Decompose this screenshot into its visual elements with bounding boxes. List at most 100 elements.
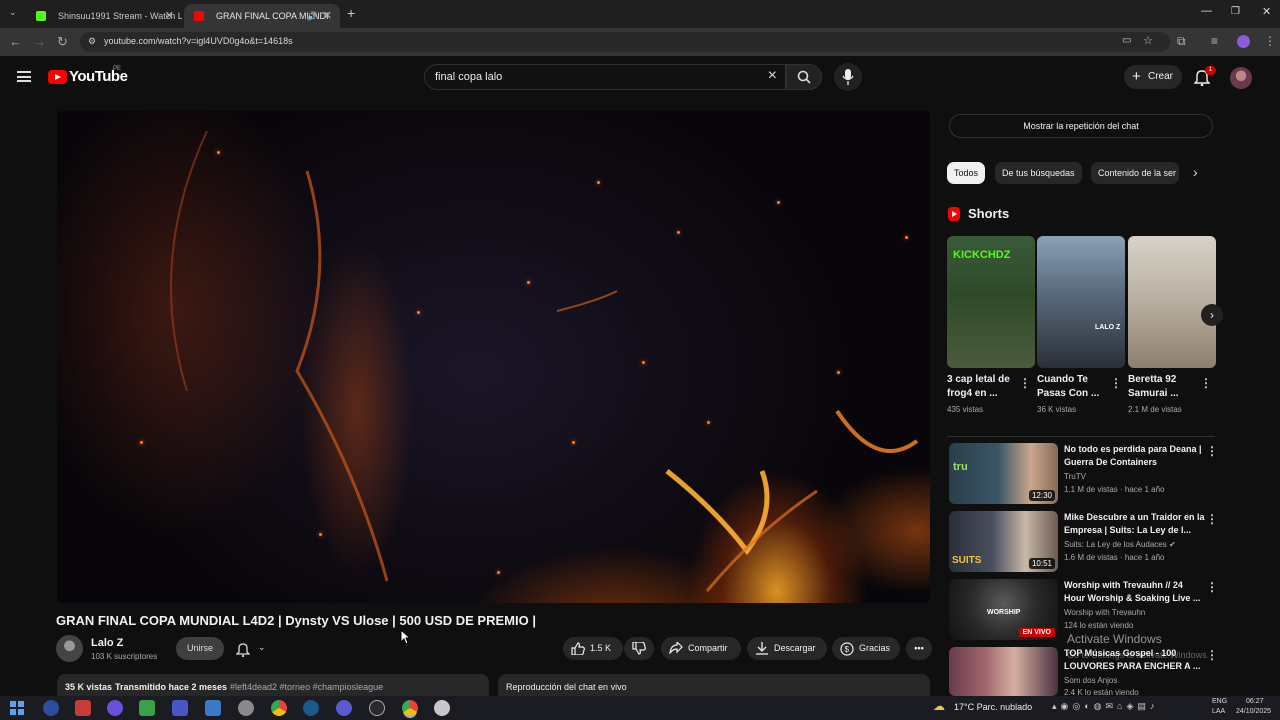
language-indicator[interactable]: ENG (1212, 698, 1227, 705)
chevron-down-icon[interactable]: ⌄ (258, 642, 266, 653)
taskbar-app-icon[interactable] (107, 700, 123, 716)
share-button[interactable]: Compartir (661, 637, 741, 660)
short-views: 435 vistas (947, 405, 984, 414)
clock-time[interactable]: 06:27 (1246, 698, 1264, 705)
short-thumbnail[interactable]: LALO Z (1037, 236, 1125, 368)
hamburger-menu-icon[interactable] (17, 71, 31, 82)
taskbar-app-icon[interactable] (139, 700, 155, 716)
join-button[interactable]: Unirse (176, 637, 224, 660)
chip-from-searches[interactable]: De tus búsquedas (995, 162, 1082, 184)
mouse-cursor-icon (400, 629, 410, 645)
chip-all[interactable]: Todos (947, 162, 986, 184)
recommendation-title[interactable]: Mike Descubre a un Traidor en la Empresa… (1064, 511, 1206, 537)
thanks-button[interactable]: $ Gracias (832, 637, 900, 660)
url-field[interactable]: ⚙ youtube.com/watch?v=igl4UVD0g4o&t=1461… (80, 32, 1170, 52)
recommendation-channel[interactable]: Som dos Anjos (1064, 676, 1117, 685)
download-button[interactable]: Descargar (747, 637, 827, 660)
tab-search-icon[interactable]: ⌄ (9, 7, 17, 18)
back-icon[interactable]: ← (9, 34, 22, 49)
browser-tab-youtube[interactable]: GRAN FINAL COPA MUNDI 🔊 ✕ (184, 4, 340, 28)
taskbar-app-icon[interactable] (434, 700, 450, 716)
recommendation-thumbnail[interactable]: tru 12:30 (949, 443, 1058, 504)
tab-close-icon[interactable]: ✕ (165, 4, 174, 28)
more-vertical-icon[interactable]: ⋮ (1206, 580, 1218, 594)
more-vertical-icon[interactable]: ⋮ (1206, 512, 1218, 526)
bookmark-star-icon[interactable]: ☆ (1143, 34, 1153, 47)
more-vertical-icon[interactable]: ⋮ (1200, 376, 1212, 390)
chrome-icon[interactable] (271, 700, 287, 716)
more-actions-button[interactable]: ••• (906, 637, 932, 660)
recommendation-thumbnail[interactable] (949, 647, 1058, 696)
worship-text: WORSHIP (987, 609, 1021, 616)
more-vertical-icon[interactable]: ⋮ (1206, 444, 1218, 458)
keyboard-layout[interactable]: LAA (1212, 708, 1225, 715)
search-button[interactable] (786, 64, 822, 90)
taskbar-app-icon[interactable] (205, 700, 221, 716)
voice-search-button[interactable] (834, 63, 862, 91)
browser-menu-icon[interactable]: ⋮ (1264, 34, 1276, 48)
profile-icon[interactable] (1237, 35, 1250, 48)
extensions-icon[interactable]: ⧉ (1177, 34, 1186, 49)
search-input[interactable]: final copa lalo × (424, 64, 786, 90)
cast-icon[interactable]: ▭ (1122, 35, 1131, 46)
reading-list-icon[interactable]: ≡ (1211, 34, 1218, 48)
chevron-right-icon[interactable]: › (1193, 164, 1198, 180)
recommendation-channel[interactable]: Suits: La Ley de los Audaces ✔ (1064, 540, 1176, 549)
system-tray-icons[interactable]: ▴◉◎◐◍✉⌂◈▤♪ (1052, 701, 1158, 712)
recommendation-channel[interactable]: TruTV (1064, 472, 1086, 481)
more-vertical-icon[interactable]: ⋮ (1019, 376, 1031, 390)
short-title[interactable]: Beretta 92 Samurai ... (1128, 373, 1202, 401)
shorts-logo-icon (948, 207, 960, 221)
windows-start-icon[interactable] (9, 700, 25, 716)
short-thumbnail[interactable] (1128, 236, 1216, 368)
subscription-bell-icon[interactable] (236, 641, 250, 657)
taskbar-app-icon[interactable] (172, 700, 188, 716)
share-label: Compartir (688, 643, 728, 653)
recommendation-thumbnail[interactable]: SUITS 10:51 (949, 511, 1058, 572)
shorts-next-button[interactable]: › (1201, 304, 1223, 326)
video-player[interactable] (57, 111, 930, 603)
url-text: youtube.com/watch?v=igl4UVD0g4o&t=14618s (104, 36, 293, 46)
search-clear-icon[interactable]: × (768, 67, 777, 85)
chip-series-content[interactable]: Contenido de la ser (1091, 162, 1179, 184)
browser-tab-kick[interactable]: Shinsuu1991 Stream - Watch Li ✕ (26, 4, 182, 28)
taskbar-app-icon[interactable] (43, 700, 59, 716)
channel-name-text: Suits: La Ley de los Audaces (1064, 540, 1167, 549)
show-chat-replay-button[interactable]: Mostrar la repetición del chat (949, 114, 1213, 138)
recommendation-channel[interactable]: Worship with Trevauhn (1064, 608, 1145, 617)
dislike-button[interactable] (624, 637, 654, 660)
recommendation-thumbnail[interactable]: WORSHIP EN VIVO (949, 579, 1058, 640)
short-title[interactable]: 3 cap letal de frog4 en ... (947, 373, 1021, 401)
obs-icon[interactable] (369, 700, 385, 716)
steam-icon[interactable] (303, 700, 319, 716)
taskbar-app-icon[interactable] (75, 700, 91, 716)
create-button[interactable]: + Crear (1124, 65, 1182, 89)
site-info-icon[interactable]: ⚙ (88, 36, 96, 47)
hashtags[interactable]: #left4dead2 #torneo #champiosleague (230, 682, 383, 692)
weather-text[interactable]: 17°C Parc. nublado (954, 702, 1032, 712)
recommendation-title[interactable]: No todo es perdida para Deana | Guerra D… (1064, 443, 1206, 469)
like-button[interactable]: 1.5 K (563, 637, 623, 660)
tab-audio-icon[interactable]: 🔊 (307, 4, 318, 28)
forward-icon[interactable]: → (33, 34, 46, 49)
channel-name[interactable]: Lalo Z (91, 637, 123, 649)
maximize-icon[interactable]: ❐ (1231, 6, 1240, 17)
new-tab-icon[interactable]: + (347, 5, 355, 21)
channel-avatar[interactable] (56, 635, 83, 662)
tab-close-icon[interactable]: ✕ (323, 4, 332, 28)
address-bar-row: ← → ↻ ⚙ youtube.com/watch?v=igl4UVD0g4o&… (0, 28, 1280, 56)
short-title[interactable]: Cuando Te Pasas Con ... (1037, 373, 1111, 401)
taskbar-app-icon[interactable] (238, 700, 254, 716)
clock-date[interactable]: 24/10/2025 (1236, 708, 1271, 715)
chat-replay-label: Reproducción del chat en vivo (506, 682, 627, 692)
chrome-active-icon[interactable] (402, 700, 418, 716)
minimize-icon[interactable]: — (1201, 5, 1212, 17)
recommendation-title[interactable]: Worship with Trevauhn // 24 Hour Worship… (1064, 579, 1206, 605)
taskbar-app-icon[interactable] (336, 700, 352, 716)
youtube-logo-icon[interactable] (48, 70, 67, 84)
window-close-icon[interactable]: ✕ (1262, 5, 1271, 18)
more-vertical-icon[interactable]: ⋮ (1110, 376, 1122, 390)
account-avatar[interactable] (1230, 67, 1252, 89)
reload-icon[interactable]: ↻ (57, 34, 68, 50)
short-thumbnail[interactable]: KICKCHDZ (947, 236, 1035, 368)
